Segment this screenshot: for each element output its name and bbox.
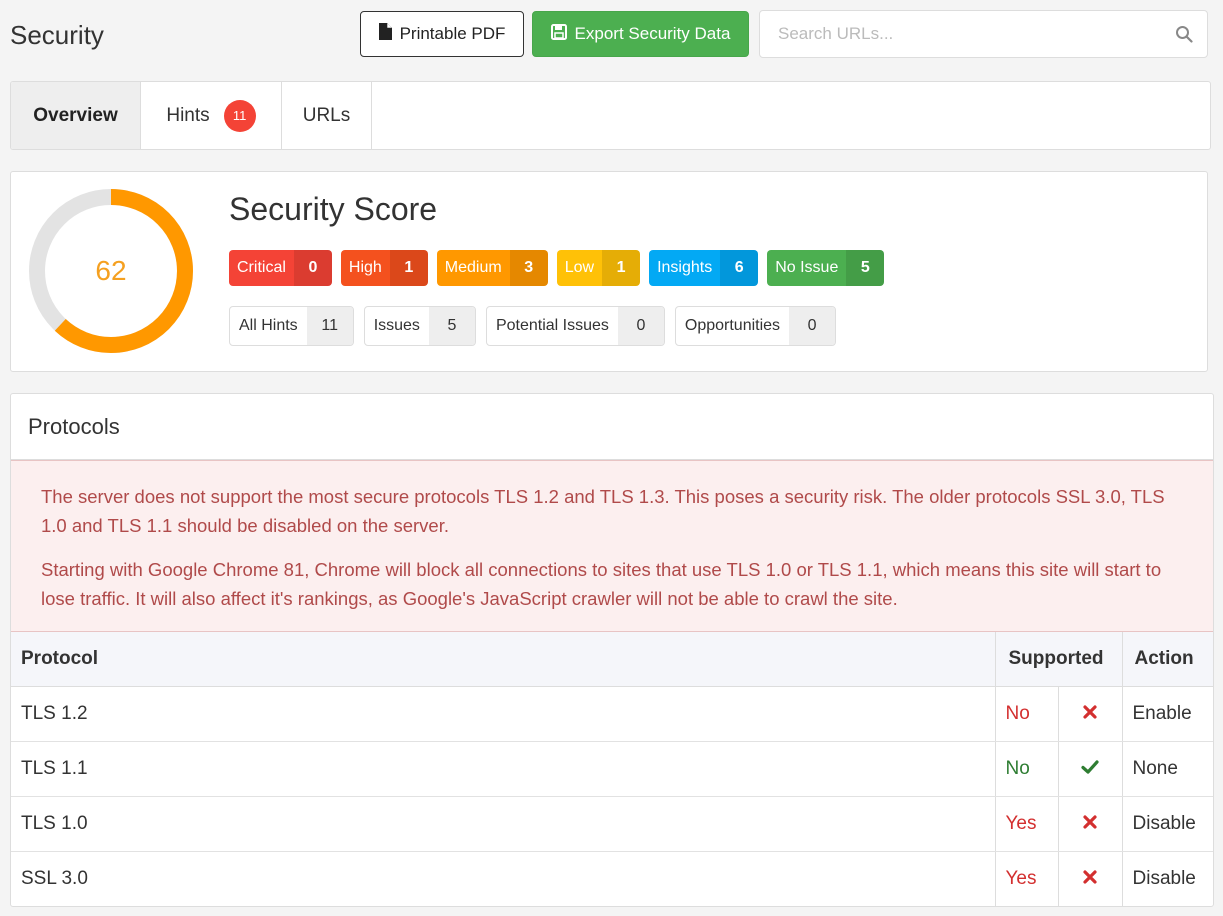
severity-label: Critical	[237, 259, 286, 276]
tab-hints[interactable]: Hints 11	[141, 82, 282, 149]
action-cell: Disable	[1121, 796, 1213, 852]
score-value: 62	[95, 255, 127, 286]
severity-count: 0	[293, 250, 332, 286]
severity-count: 1	[602, 250, 641, 286]
status-cell	[1057, 851, 1122, 906]
table-row: TLS 1.1 No None	[11, 741, 1213, 797]
severity-label: Insights	[657, 259, 713, 276]
severity-label: Medium	[444, 259, 502, 276]
hint-filter-label: Potential Issues	[495, 317, 609, 334]
tab-bar: Overview Hints 11 URLs	[10, 81, 1211, 150]
severity-count: 1	[389, 250, 428, 286]
issues-filter[interactable]: Issues 5	[363, 306, 476, 346]
column-header-action: Action	[1121, 632, 1213, 687]
check-icon	[1081, 759, 1099, 774]
hint-type-filters: All Hints 11 Issues 5 Potential Issues 0…	[229, 306, 837, 346]
export-security-data-button[interactable]: Export Security Data	[532, 11, 749, 57]
status-cell	[1057, 796, 1122, 852]
save-icon	[550, 23, 567, 45]
file-icon	[378, 23, 392, 45]
hints-count-badge: 11	[223, 99, 256, 132]
action-cell: Disable	[1121, 851, 1213, 906]
severity-low-filter[interactable]: Low 1	[556, 250, 641, 286]
protocols-panel: Protocols The server does not support th…	[10, 393, 1214, 907]
table-header-row: Protocol Supported Action	[11, 632, 1213, 687]
search-icon[interactable]	[1161, 25, 1207, 43]
potential-issues-filter[interactable]: Potential Issues 0	[485, 306, 665, 346]
protocols-table: Protocol Supported Action TLS 1.2 No Ena…	[11, 632, 1213, 906]
severity-insights-filter[interactable]: Insights 6	[649, 250, 759, 286]
tab-overview-label: Overview	[33, 104, 118, 126]
page-title: Security	[10, 20, 104, 50]
hint-filter-label: Opportunities	[684, 317, 781, 334]
protocol-cell: TLS 1.2	[11, 686, 995, 742]
severity-no-issue-filter[interactable]: No Issue 5	[767, 250, 885, 286]
severity-critical-filter[interactable]: Critical 0	[229, 250, 332, 286]
protocols-heading: Protocols	[11, 394, 1213, 460]
supported-cell: Yes	[994, 796, 1058, 852]
protocol-warning-alert: The server does not support the most sec…	[11, 460, 1213, 632]
protocol-cell: SSL 3.0	[11, 851, 995, 906]
severity-count: 6	[720, 250, 759, 286]
severity-label: Low	[564, 259, 595, 276]
severity-label: High	[348, 259, 382, 276]
tab-hints-label: Hints	[166, 104, 210, 126]
severity-filters: Critical 0 High 1 Medium 3 Low 1 Insight…	[229, 250, 885, 286]
supported-cell: Yes	[994, 851, 1058, 906]
protocol-cell: TLS 1.0	[11, 796, 995, 852]
cross-icon	[1083, 869, 1097, 884]
tab-urls-label: URLs	[302, 104, 351, 126]
alert-paragraph: The server does not support the most sec…	[41, 486, 1165, 536]
supported-cell: No	[994, 741, 1058, 797]
tab-urls[interactable]: URLs	[282, 82, 372, 149]
severity-high-filter[interactable]: High 1	[340, 250, 428, 286]
security-score-panel: 62 Security Score Critical 0 High 1 Medi…	[10, 171, 1208, 372]
status-cell	[1057, 741, 1122, 797]
all-hints-filter[interactable]: All Hints 11	[229, 306, 354, 346]
printable-pdf-button[interactable]: Printable PDF	[360, 11, 524, 57]
search-box	[759, 10, 1208, 58]
status-cell	[1057, 686, 1122, 742]
protocol-cell: TLS 1.1	[11, 741, 995, 797]
cross-icon	[1083, 814, 1097, 829]
column-header-protocol: Protocol	[11, 632, 995, 687]
opportunities-filter[interactable]: Opportunities 0	[674, 306, 837, 346]
score-title: Security Score	[229, 191, 438, 227]
action-cell: None	[1121, 741, 1213, 797]
hint-filter-label: Issues	[373, 317, 420, 334]
printable-pdf-label: Printable PDF	[399, 24, 506, 43]
table-row: TLS 1.0 Yes Disable	[11, 796, 1213, 852]
table-row: SSL 3.0 Yes Disable	[11, 851, 1213, 906]
severity-label: No Issue	[775, 259, 839, 276]
tab-overview[interactable]: Overview	[11, 82, 141, 149]
alert-paragraph: Starting with Google Chrome 81, Chrome w…	[41, 559, 1162, 609]
hint-filter-count: 0	[789, 307, 836, 345]
severity-medium-filter[interactable]: Medium 3	[436, 250, 548, 286]
hint-filter-count: 0	[617, 307, 664, 345]
column-header-supported: Supported	[994, 632, 1122, 687]
severity-count: 5	[846, 250, 885, 286]
action-cell: Enable	[1121, 686, 1213, 742]
hint-filter-count: 5	[428, 307, 475, 345]
table-row: TLS 1.2 No Enable	[11, 686, 1213, 742]
search-input[interactable]	[760, 11, 1161, 57]
hint-filter-label: All Hints	[239, 317, 298, 334]
export-security-data-label: Export Security Data	[574, 24, 731, 43]
hint-filter-count: 11	[306, 307, 353, 345]
severity-count: 3	[509, 250, 548, 286]
cross-icon	[1083, 704, 1097, 719]
supported-cell: No	[994, 686, 1058, 742]
